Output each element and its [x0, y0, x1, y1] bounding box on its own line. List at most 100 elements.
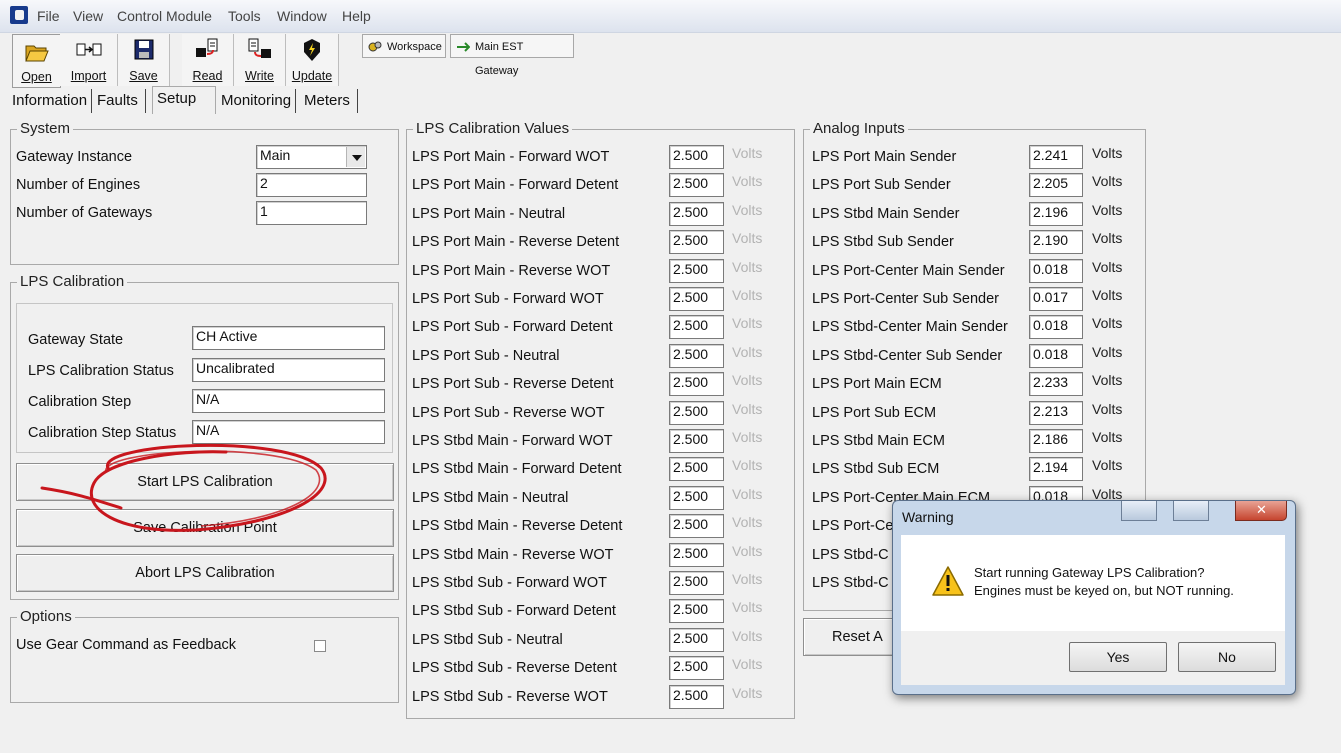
lps-value-label: LPS Stbd Sub - Forward Detent	[412, 603, 616, 620]
menu-help[interactable]: Help	[342, 8, 371, 24]
restore-down-icon[interactable]	[1121, 501, 1157, 521]
analog-input-value-field[interactable]: 0.018	[1029, 343, 1083, 368]
menu-control-module[interactable]: Control Module	[117, 8, 212, 24]
lps-value-label: LPS Stbd Main - Forward Detent	[412, 461, 622, 478]
lps-value-value-field[interactable]: 2.500	[669, 656, 724, 681]
number-of-engines-label: Number of Engines	[16, 177, 141, 193]
read-module-icon	[195, 38, 217, 57]
gateway-instance-label: Gateway Instance	[16, 149, 133, 165]
lps-value-value-field[interactable]: 2.500	[669, 145, 724, 169]
lps-value-value-field[interactable]: 2.500	[669, 201, 724, 226]
gateway-instance-select[interactable]: Main	[256, 145, 367, 169]
analog-input-value-field[interactable]: 0.018	[1029, 258, 1083, 283]
analog-input-value-field[interactable]: 0.018	[1029, 315, 1083, 340]
import-button[interactable]: Import	[60, 34, 118, 86]
number-of-engines-field[interactable]: 2	[256, 173, 367, 197]
tab-information[interactable]: Information	[8, 89, 92, 113]
analog-input-label: LPS Stbd-Center Main Sender	[812, 319, 1008, 336]
warning-triangle-icon	[932, 566, 964, 596]
lps-value-value-field[interactable]: 2.500	[669, 287, 724, 311]
lps-value-value-field[interactable]: 2.500	[669, 542, 724, 567]
gear-command-feedback-label: Use Gear Command as Feedback	[16, 637, 237, 653]
read-button[interactable]: Read	[182, 34, 234, 86]
gateway-state-field[interactable]: CH Active	[192, 326, 385, 350]
lps-value-value-field[interactable]: 2.500	[669, 400, 724, 425]
lps-value-value-field[interactable]: 2.500	[669, 599, 724, 624]
analog-input-value-field[interactable]: 0.017	[1029, 287, 1083, 311]
menu-view[interactable]: View	[73, 8, 103, 24]
dialog-message-line1: Start running Gateway LPS Calibration?	[974, 565, 1205, 580]
calibration-step-field[interactable]: N/A	[192, 389, 385, 413]
close-icon[interactable]: ✕	[1235, 501, 1287, 521]
menu-window[interactable]: Window	[277, 8, 327, 24]
lps-value-unit: Volts	[732, 287, 763, 303]
abort-lps-calibration-button[interactable]: Abort LPS Calibration	[16, 554, 394, 592]
lps-value-label: LPS Port Sub - Forward WOT	[412, 291, 604, 307]
number-of-gateways-field[interactable]: 1	[256, 201, 367, 225]
analog-input-value-field[interactable]: 2.196	[1029, 201, 1083, 226]
lps-value-unit: Volts	[732, 400, 763, 417]
lps-value-value-field[interactable]: 2.500	[669, 684, 724, 709]
tab-faults[interactable]: Faults	[93, 89, 146, 113]
gateway-icon	[457, 42, 470, 52]
analog-input-unit: Volts	[1092, 429, 1123, 445]
analog-input-unit: Volts	[1092, 145, 1123, 161]
gear-command-feedback-checkbox[interactable]	[314, 640, 326, 652]
no-button[interactable]: No	[1178, 642, 1276, 672]
yes-button[interactable]: Yes	[1069, 642, 1167, 672]
analog-input-value-field[interactable]: 2.233	[1029, 372, 1083, 397]
lps-value-value-field[interactable]: 2.500	[669, 372, 724, 397]
analog-input-unit: Volts	[1092, 230, 1123, 247]
lps-value-unit: Volts	[732, 429, 763, 445]
save-button[interactable]: Save	[118, 34, 170, 86]
analog-input-label: LPS Stbd Main Sender	[812, 205, 960, 222]
update-icon	[304, 39, 320, 61]
workspace-button[interactable]: Workspace	[362, 34, 446, 58]
lps-value-unit: Volts	[732, 315, 763, 332]
analog-input-unit: Volts	[1092, 457, 1123, 474]
analog-input-value-field[interactable]: 2.190	[1029, 230, 1083, 255]
lps-calibration-status-field[interactable]: Uncalibrated	[192, 358, 385, 382]
open-button[interactable]: Open	[12, 34, 61, 88]
lps-value-value-field[interactable]: 2.500	[669, 429, 724, 453]
lps-value-value-field[interactable]: 2.500	[669, 485, 724, 510]
menu-bar: File View Control Module Tools Window He…	[0, 0, 1341, 33]
tab-setup[interactable]: Setup	[152, 86, 216, 114]
lps-value-label: LPS Stbd Sub - Forward WOT	[412, 575, 608, 591]
lps-value-value-field[interactable]: 2.500	[669, 627, 724, 652]
analog-input-unit: Volts	[1092, 315, 1123, 332]
maximize-icon[interactable]	[1173, 501, 1209, 521]
lps-value-value-field[interactable]: 2.500	[669, 514, 724, 539]
main-est-gateway-button[interactable]: Main EST Gateway	[450, 34, 574, 77]
lps-value-unit: Volts	[732, 656, 763, 673]
lps-value-unit: Volts	[732, 173, 763, 190]
lps-value-value-field[interactable]: 2.500	[669, 457, 724, 482]
chevron-down-icon[interactable]	[346, 147, 365, 167]
write-button[interactable]: Write	[234, 34, 286, 86]
lps-value-value-field[interactable]: 2.500	[669, 173, 724, 198]
lps-value-value-field[interactable]: 2.500	[669, 230, 724, 255]
annotation-circle-marker	[40, 443, 327, 532]
analog-input-value-field[interactable]: 2.186	[1029, 429, 1083, 453]
analog-input-value-field[interactable]: 2.241	[1029, 145, 1083, 169]
tab-meters[interactable]: Meters	[300, 89, 358, 113]
lps-value-unit: Volts	[732, 145, 763, 161]
lps-value-value-field[interactable]: 2.500	[669, 571, 724, 595]
analog-input-value-field[interactable]: 2.213	[1029, 400, 1083, 425]
menu-tools[interactable]: Tools	[228, 8, 261, 24]
analog-input-value-field[interactable]: 2.194	[1029, 457, 1083, 482]
menu-file[interactable]: File	[37, 8, 60, 24]
dialog-message-line2: Engines must be keyed on, but NOT runnin…	[974, 583, 1234, 598]
tab-monitoring[interactable]: Monitoring	[217, 89, 296, 113]
analog-input-label: LPS Stbd-Center Sub Sender	[812, 347, 1003, 364]
app-icon[interactable]	[10, 6, 28, 24]
lps-value-value-field[interactable]: 2.500	[669, 343, 724, 368]
lps-value-value-field[interactable]: 2.500	[669, 258, 724, 283]
lps-value-value-field[interactable]: 2.500	[669, 315, 724, 340]
lps-value-label: LPS Port Main - Reverse WOT	[412, 262, 611, 279]
analog-input-label: LPS Port Main ECM	[812, 376, 942, 393]
analog-input-value-field[interactable]: 2.205	[1029, 173, 1083, 198]
analog-input-label: LPS Port Main Sender	[812, 149, 957, 165]
number-of-gateways-label: Number of Gateways	[16, 205, 153, 221]
update-button[interactable]: Update	[286, 34, 339, 86]
